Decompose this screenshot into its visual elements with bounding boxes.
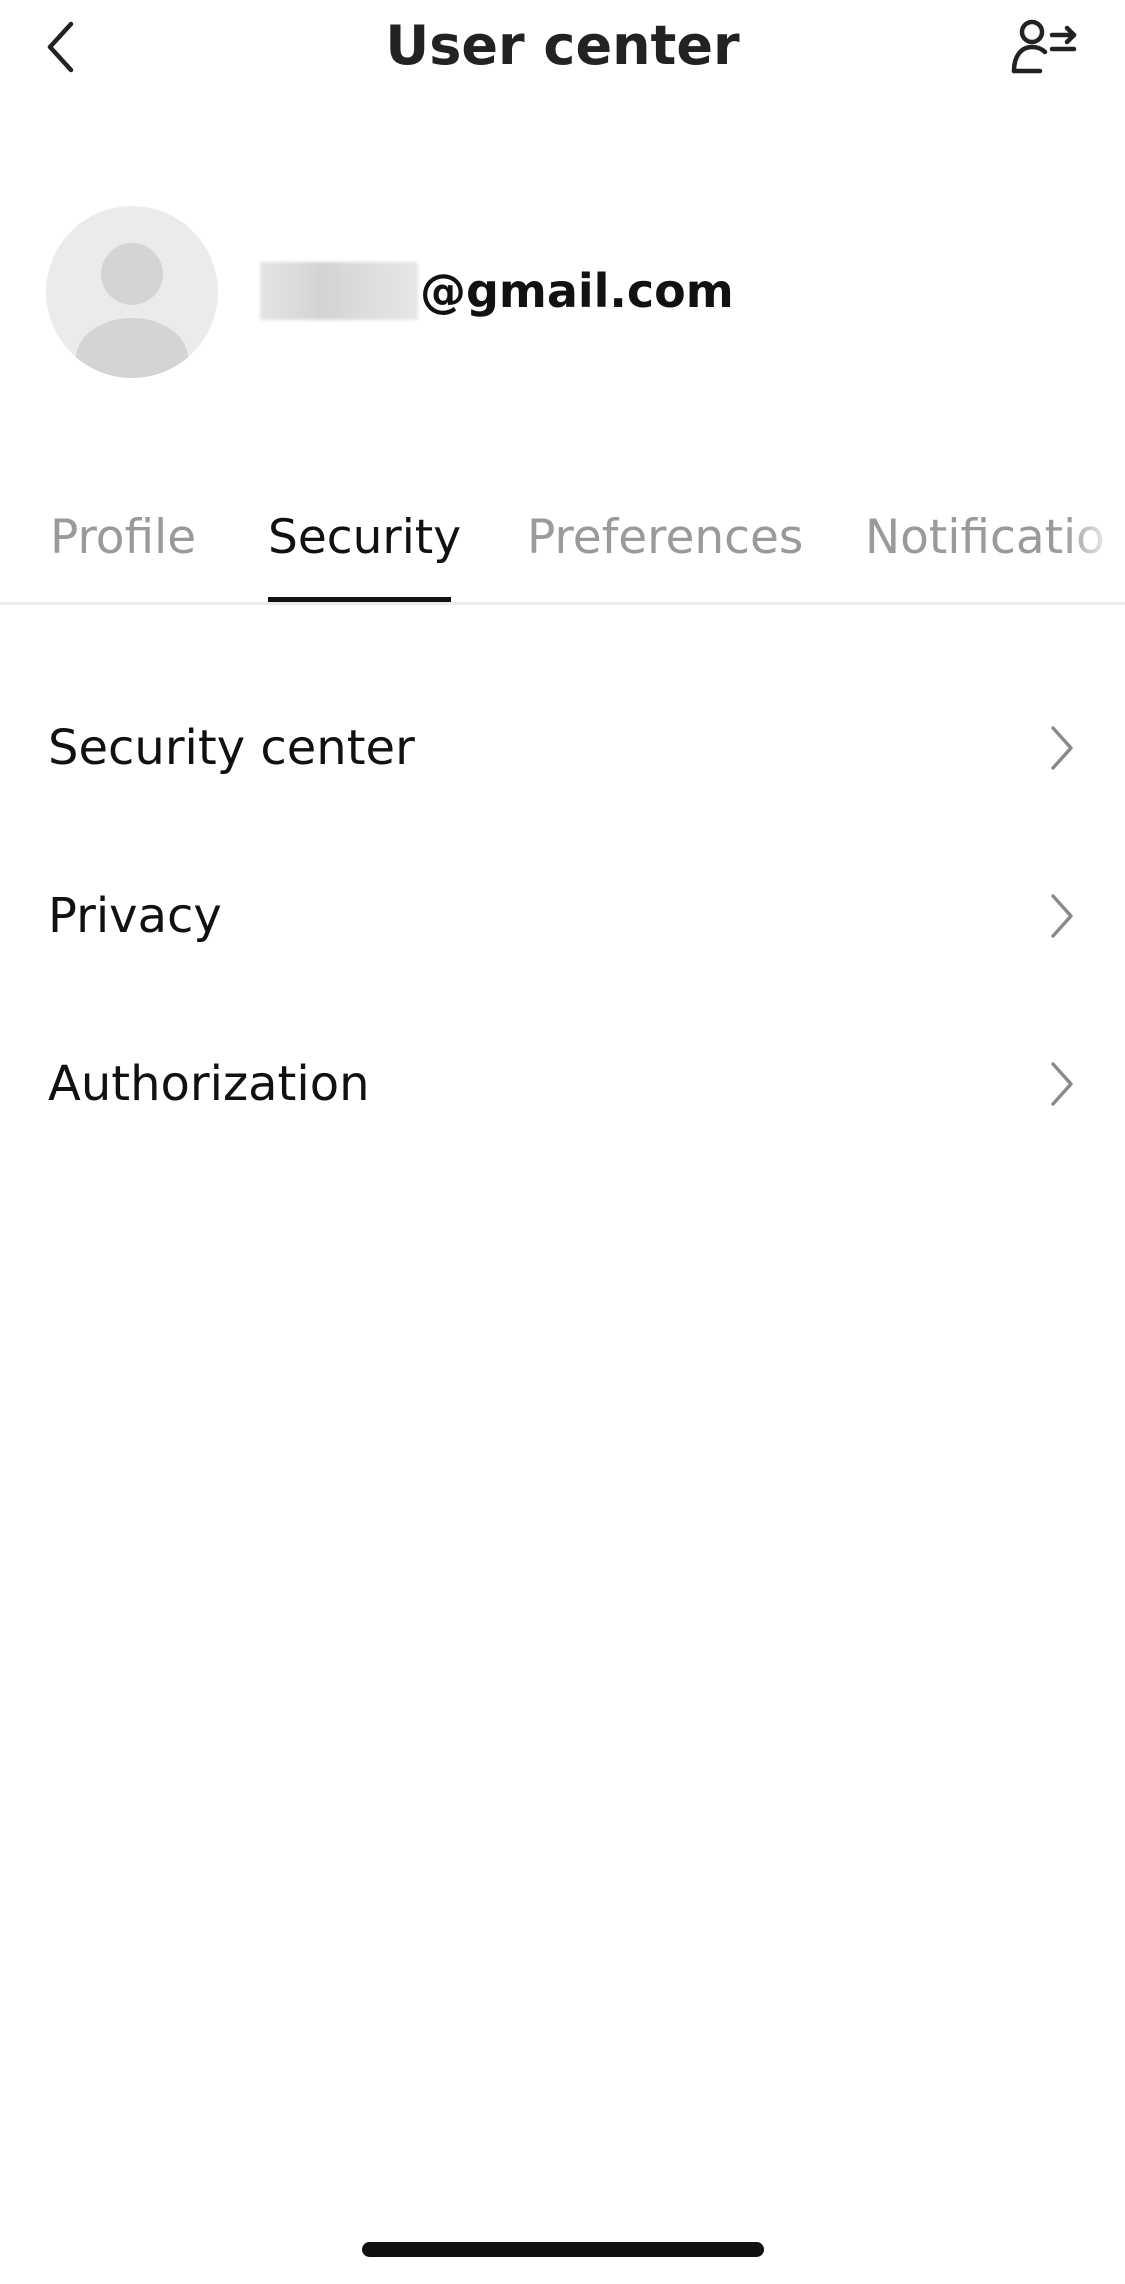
security-menu: Security center Privacy Authorization [0, 664, 1125, 1168]
account-email: @gmail.com [260, 260, 734, 322]
default-avatar-icon [76, 243, 188, 378]
user-switch-icon [1011, 19, 1077, 74]
menu-item-privacy[interactable]: Privacy [0, 832, 1125, 1000]
chevron-right-icon [1041, 892, 1081, 940]
chevron-right-icon [1041, 1060, 1081, 1108]
tab-security[interactable]: Security [268, 500, 461, 602]
menu-item-label: Authorization [48, 1056, 370, 1112]
tab-notifications[interactable]: Notificatio [865, 500, 1105, 602]
avatar[interactable] [46, 206, 218, 378]
tab-bar: Profile Security Preferences Notificatio [0, 500, 1125, 605]
menu-item-security-center[interactable]: Security center [0, 664, 1125, 832]
back-button[interactable] [44, 12, 104, 82]
menu-item-authorization[interactable]: Authorization [0, 1000, 1125, 1168]
chevron-left-icon [47, 21, 74, 73]
chevron-right-icon [1041, 724, 1081, 772]
tab-profile[interactable]: Profile [50, 500, 196, 602]
menu-item-label: Security center [48, 720, 415, 776]
top-bar: User center [0, 0, 1125, 95]
menu-item-label: Privacy [48, 888, 222, 944]
email-obscured-part [260, 262, 418, 320]
email-domain: @gmail.com [420, 264, 734, 318]
home-indicator[interactable] [362, 2242, 764, 2257]
switch-account-button[interactable] [1005, 12, 1083, 82]
tab-preferences[interactable]: Preferences [527, 500, 803, 602]
active-tab-indicator [268, 597, 451, 602]
page-title: User center [385, 14, 740, 77]
account-summary: @gmail.com [0, 200, 1125, 380]
